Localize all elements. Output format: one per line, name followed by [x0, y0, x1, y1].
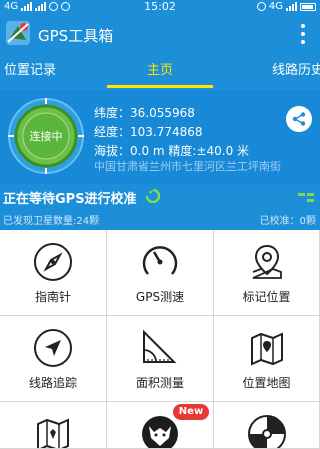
app-logo-icon — [6, 21, 30, 45]
tool-mark-location[interactable]: 标记位置 — [214, 230, 320, 316]
status-right: 4G — [256, 1, 316, 12]
wolf-icon — [142, 416, 178, 448]
navigation-arrow-icon — [34, 329, 72, 367]
tool-location-map[interactable]: 位置地图 — [214, 316, 320, 402]
gps-waiting-text: 正在等待GPS进行校准 — [3, 192, 137, 207]
network-type-right: 4G — [268, 1, 283, 12]
gps-calibration-bar: 正在等待GPS进行校准 已发现卫星数量:24颗 已校准：0颗 — [0, 184, 320, 230]
tool-label: 线路追踪 — [28, 376, 77, 390]
share-icon[interactable] — [286, 106, 312, 132]
tool-compass[interactable]: 指南针 — [0, 230, 107, 316]
tool-label: 指南针 — [34, 290, 71, 304]
folded-map-icon — [250, 332, 283, 366]
satellites-found: 已发现卫星数量:24颗 — [3, 216, 100, 227]
longitude: 经度：103.774868 — [94, 125, 203, 139]
tool-label: 位置地图 — [242, 376, 291, 390]
active-tab-indicator — [107, 85, 213, 88]
tool-map[interactable] — [0, 402, 107, 449]
tool-label: 标记位置 — [242, 290, 291, 304]
connection-status: 连接中 — [29, 130, 63, 143]
latitude: 纬度：36.055968 — [94, 106, 195, 120]
map-pin-icon — [252, 244, 282, 279]
more-menu-icon[interactable] — [300, 24, 306, 44]
compass-icon — [34, 243, 72, 281]
status-bar: 4G 15:02 4G — [0, 0, 320, 14]
battery-icon — [300, 2, 316, 11]
new-badge: New — [173, 404, 209, 420]
tool-wolf[interactable]: New — [107, 402, 214, 449]
title-bar: GPS工具箱 — [0, 14, 320, 54]
satellite-signal-icon — [298, 193, 314, 202]
tool-gps-speed[interactable]: GPS测速 — [107, 230, 214, 316]
tab-route-history[interactable]: 线路历史 — [272, 54, 320, 90]
tool-grid: 指南针 GPS测速 标记位置 线路追踪 面积测量 位置地图 New — [0, 230, 320, 449]
map-icon — [37, 418, 69, 448]
location-info-panel: 连接中 纬度：36.055968 经度：103.774868 海拔：0.0 m … — [0, 90, 320, 184]
address: 中国甘肃省兰州市七里河区兰工坪南街 — [94, 160, 281, 173]
altitude-accuracy: 海拔：0.0 m 精度:±40.0 米 — [94, 144, 250, 158]
alarm-icon — [256, 2, 266, 11]
disc-icon — [247, 415, 286, 448]
satellites-calibrated: 已校准：0颗 — [259, 216, 316, 227]
app-title: GPS工具箱 — [38, 27, 114, 45]
speedometer-icon — [142, 246, 178, 275]
cell-signal-icon — [286, 2, 297, 11]
tab-location-records[interactable]: 位置记录 — [4, 54, 56, 90]
tool-disc[interactable] — [214, 402, 320, 449]
protractor-icon — [143, 329, 177, 363]
loading-icon — [146, 189, 160, 203]
tool-label: GPS测速 — [135, 290, 185, 304]
tool-area-measure[interactable]: 面积测量 — [107, 316, 214, 402]
tool-label: 面积测量 — [135, 376, 184, 390]
tool-route-tracking[interactable]: 线路追踪 — [0, 316, 107, 402]
